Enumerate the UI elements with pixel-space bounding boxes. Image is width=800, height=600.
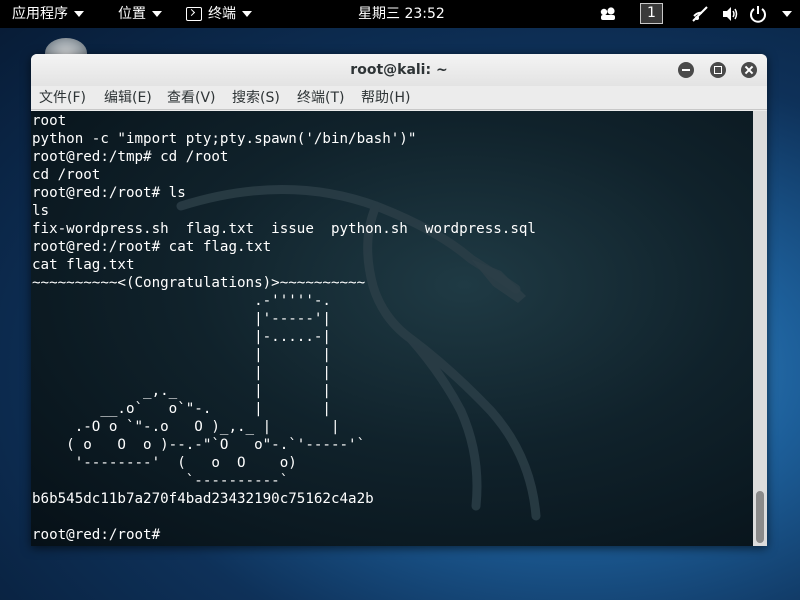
- terminal-line: `----------`: [32, 473, 289, 489]
- menu-search[interactable]: 搜索(S): [232, 86, 280, 110]
- terminal-line: |'-----'|: [32, 311, 331, 327]
- mixer-icon[interactable]: [598, 4, 618, 24]
- terminal-line: b6b545dc11b7a270f4bad23432190c75162c4a2b: [32, 491, 374, 507]
- terminal-line: ( o O o )--.-"`O o"-.`'-----'`: [32, 437, 366, 453]
- titlebar[interactable]: root@kali: ~: [31, 54, 767, 86]
- chevron-down-icon[interactable]: [782, 11, 792, 17]
- terminal-area[interactable]: root python -c "import pty;pty.spawn('/b…: [31, 111, 753, 546]
- terminal-line: cd /root: [32, 167, 101, 183]
- terminal-app-menu[interactable]: 终端: [186, 0, 252, 28]
- chevron-down-icon: [74, 11, 84, 17]
- terminal-line: .-'''''-.: [32, 293, 331, 309]
- menubar: 文件(F) 编辑(E) 查看(V) 搜索(S) 终端(T) 帮助(H): [31, 86, 767, 110]
- terminal-line: root: [32, 113, 67, 129]
- applications-label: 应用程序: [12, 6, 68, 22]
- terminal-line: python -c "import pty;pty.spawn('/bin/ba…: [32, 131, 417, 147]
- terminal-window: root@kali: ~ 文件(F) 编辑(E) 查看(V) 搜索(S) 终端(…: [31, 54, 767, 546]
- close-icon[interactable]: [741, 62, 757, 78]
- maximize-icon[interactable]: [710, 62, 726, 78]
- terminal-line: ls: [32, 203, 50, 219]
- applications-menu[interactable]: 应用程序: [12, 0, 84, 28]
- terminal-scrollbar[interactable]: [753, 111, 767, 546]
- menu-edit[interactable]: 编辑(E): [104, 86, 152, 110]
- terminal-line: _,._ | |: [32, 383, 331, 399]
- clock[interactable]: 星期三 23:52: [358, 0, 445, 28]
- power-icon[interactable]: [748, 4, 768, 24]
- terminal-line: root@red:/root# cat flag.txt: [32, 239, 272, 255]
- no-network-icon[interactable]: [690, 4, 710, 24]
- workspace-indicator[interactable]: 1: [640, 3, 663, 24]
- volume-icon[interactable]: [720, 4, 740, 24]
- places-menu[interactable]: 位置: [118, 0, 162, 28]
- scrollbar-thumb[interactable]: [756, 491, 764, 543]
- chevron-down-icon: [152, 11, 162, 17]
- menu-terminal[interactable]: 终端(T): [297, 86, 344, 110]
- terminal-line: .-O o `"-.o O )_,._ | |: [32, 419, 340, 435]
- terminal-line: __.o` o`"-. | |: [32, 401, 331, 417]
- terminal-line: cat flag.txt: [32, 257, 135, 273]
- menu-view[interactable]: 查看(V): [167, 86, 216, 110]
- terminal-output[interactable]: root python -c "import pty;pty.spawn('/b…: [32, 112, 536, 544]
- chevron-down-icon: [242, 11, 252, 17]
- terminal-app-icon: [186, 7, 202, 21]
- terminal-line: root@red:/tmp# cd /root: [32, 149, 229, 165]
- terminal-line: fix-wordpress.sh flag.txt issue python.s…: [32, 221, 536, 237]
- terminal-line: | |: [32, 365, 331, 381]
- terminal-line: root@red:/root#: [32, 527, 169, 543]
- terminal-line: | |: [32, 347, 331, 363]
- minimize-icon[interactable]: [678, 62, 694, 78]
- terminal-line: '--------' ( o O o): [32, 455, 297, 471]
- terminal-app-label: 终端: [208, 6, 236, 22]
- top-panel: 应用程序 位置 终端 星期三 23:52 1: [0, 0, 800, 28]
- window-title: root@kali: ~: [350, 62, 448, 78]
- terminal-line: |-.....-|: [32, 329, 331, 345]
- terminal-line: root@red:/root# ls: [32, 185, 186, 201]
- menu-help[interactable]: 帮助(H): [361, 86, 410, 110]
- places-label: 位置: [118, 6, 146, 22]
- menu-file[interactable]: 文件(F): [39, 86, 86, 110]
- terminal-line: ~~~~~~~~~~<(Congratulations)>~~~~~~~~~~: [32, 275, 366, 291]
